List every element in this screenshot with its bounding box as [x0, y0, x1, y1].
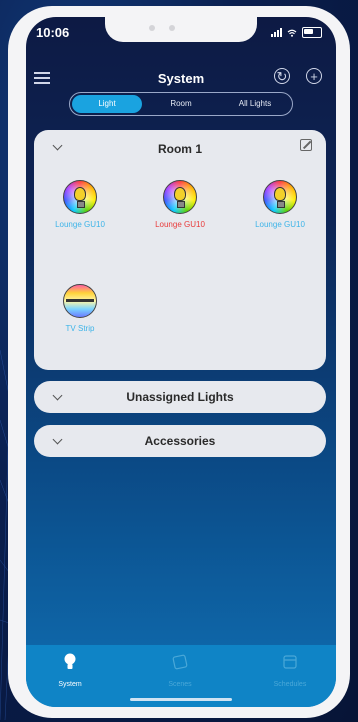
light-tile[interactable]: Lounge GU10	[140, 180, 220, 229]
status-time: 10:06	[36, 25, 70, 40]
refresh-icon[interactable]: ↻	[274, 68, 290, 84]
bottom-tab-bar: System Scenes Schedules	[26, 645, 336, 707]
section-title: Accessories	[144, 434, 216, 448]
tab-all-lights[interactable]: All Lights	[220, 95, 290, 113]
room-card: Room 1 Lounge GU10 Lounge GU10 Lounge GU…	[34, 130, 326, 370]
accessories-section[interactable]: Accessories	[34, 425, 326, 457]
app-header: System ↻ +	[26, 65, 336, 95]
tab-label: System	[58, 681, 82, 688]
view-segmented-control: Light Room All Lights	[69, 92, 293, 116]
tab-room[interactable]: Room	[146, 95, 216, 113]
light-strip-icon	[63, 284, 97, 318]
light-label: Lounge GU10	[55, 220, 105, 229]
bulb-icon	[263, 180, 297, 214]
tab-label: Scenes	[168, 681, 192, 688]
unassigned-lights-section[interactable]: Unassigned Lights	[34, 381, 326, 413]
light-tile[interactable]: Lounge GU10	[240, 180, 320, 229]
calendar-icon	[283, 655, 297, 669]
home-indicator	[130, 698, 232, 701]
tab-schedules[interactable]: Schedules	[250, 653, 330, 688]
light-label: TV Strip	[65, 324, 95, 333]
lightbulb-icon	[64, 653, 76, 669]
battery-icon	[302, 27, 322, 38]
edit-icon[interactable]	[300, 139, 312, 151]
light-tile[interactable]: TV Strip	[40, 284, 120, 333]
tab-system[interactable]: System	[30, 653, 110, 688]
bulb-icon	[63, 180, 97, 214]
wifi-icon	[287, 29, 297, 37]
tab-light[interactable]: Light	[72, 95, 142, 113]
status-icons	[271, 27, 322, 38]
room-title: Room 1	[157, 142, 202, 156]
scenes-icon	[172, 654, 188, 670]
tab-scenes[interactable]: Scenes	[140, 653, 220, 688]
light-label: Lounge GU10	[255, 220, 305, 229]
light-tile[interactable]: Lounge GU10	[40, 180, 120, 229]
app-screen: 10:06 System ↻ + Light Room All Lights R…	[26, 17, 336, 707]
add-icon[interactable]: +	[306, 68, 322, 84]
notch	[105, 17, 257, 42]
section-title: Unassigned Lights	[126, 390, 234, 404]
bulb-icon	[163, 180, 197, 214]
signal-icon	[271, 28, 282, 37]
light-label: Lounge GU10	[155, 220, 205, 229]
tab-label: Schedules	[273, 681, 307, 688]
